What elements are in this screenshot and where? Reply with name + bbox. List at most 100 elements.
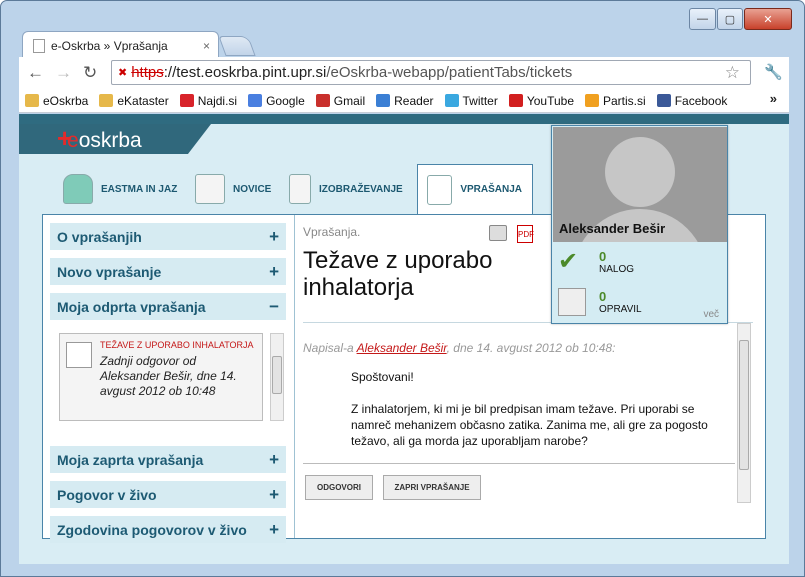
nalog-count: 0 <box>599 249 607 264</box>
bookmark-gmail[interactable]: Gmail <box>315 94 365 108</box>
tab-izobrazevanje[interactable]: IZOBRAŽEVANJE <box>289 164 403 214</box>
bookmark-google[interactable]: Google <box>248 94 305 108</box>
accordion-moja-odprta[interactable]: Moja odprta vprašanja − <box>50 293 286 320</box>
accordion-o-vprasanjih[interactable]: O vprašanjih + <box>50 223 286 250</box>
folder-icon <box>25 94 39 107</box>
gmail-icon <box>315 94 330 107</box>
message-meta: Napisal-a Aleksander Bešir, dne 14. avgu… <box>303 341 615 355</box>
message-greeting: Spoštovani! <box>351 370 414 384</box>
url-path: /eOskrba-webapp/patientTabs/tickets <box>326 64 573 81</box>
twitter-icon <box>444 94 459 107</box>
newspaper-icon <box>195 174 225 204</box>
browser-tab[interactable]: e-Oskrba » Vprašanja × <box>22 31 219 59</box>
more-link[interactable]: več <box>703 309 719 320</box>
maximize-button[interactable]: ▢ <box>717 8 743 30</box>
forward-icon[interactable]: → <box>55 63 72 83</box>
message-scrollbar[interactable] <box>737 323 751 503</box>
nalog-stat[interactable]: ✔ 0 NALOG <box>558 244 634 280</box>
bookmark-youtube[interactable]: YouTube <box>508 94 574 108</box>
ticket-title[interactable]: TEŽAVE Z UPORABO INHALATORJA <box>100 340 258 351</box>
close-tab-icon[interactable]: × <box>203 39 210 53</box>
new-tab-button[interactable] <box>218 36 256 56</box>
opravil-stat[interactable]: 0 OPRAVIL <box>558 284 642 320</box>
accordion-moja-zaprta[interactable]: Moja zaprta vprašanja + <box>50 446 286 473</box>
tab-label: NOVICE <box>233 183 272 195</box>
broken-lock-icon: ✖ <box>118 67 128 79</box>
pen-icon <box>66 342 92 368</box>
scroll-thumb[interactable] <box>739 340 749 470</box>
close-window-button[interactable]: ✕ <box>744 8 792 30</box>
bookmark-ekataster[interactable]: eKataster <box>99 94 169 108</box>
reply-button[interactable]: ODGOVORI <box>305 475 373 500</box>
browser-toolbar: ← → ↻ ✖ https ://test.eoskrba.pint.upr.s… <box>19 57 789 89</box>
bookmark-label: Partis.si <box>603 93 646 108</box>
inhaler-icon <box>63 174 93 204</box>
bookmark-najdi-si[interactable]: Najdi.si <box>179 93 238 108</box>
tab-label: EASTMA IN JAZ <box>101 183 178 195</box>
accordion-label: Zgodovina pogovorov v živo <box>57 521 247 538</box>
message-body: Z inhalatorjem, ki mi je bil predpisan i… <box>351 402 708 448</box>
bookmark-twitter[interactable]: Twitter <box>444 94 498 108</box>
scroll-thumb[interactable] <box>272 356 282 394</box>
tab-vprasanja[interactable]: VPRAŠANJA <box>417 164 533 214</box>
opravil-label: OPRAVIL <box>599 304 642 315</box>
avatar: Aleksander Bešir <box>553 127 727 242</box>
accordion-zgodovina-pogovorov[interactable]: Zgodovina pogovorov v živo + <box>50 516 286 543</box>
expand-icon: + <box>269 226 279 246</box>
bookmarks-bar: eOskrba eKataster Najdi.si Google Gmail Reade… <box>19 89 789 113</box>
profile-popup: Aleksander Bešir ✔ 0 NALOG 0 OPRAVIL več <box>551 125 728 324</box>
youtube-icon <box>508 94 523 107</box>
nalog-label: NALOG <box>599 264 635 275</box>
collapse-icon: − <box>269 296 279 316</box>
avatar-head <box>605 137 675 207</box>
questions-sidebar: O vprašanjih + Novo vprašanje + Moja odprt… <box>43 215 295 543</box>
wrench-icon[interactable]: 🔧 <box>764 63 783 81</box>
bookmark-facebook[interactable]: Facebook <box>656 94 727 108</box>
facebook-icon <box>656 94 671 107</box>
browser-window: — ▢ ✕ e-Oskrba » Vprašanja × ← → ↻ ✖ htt… <box>0 0 805 577</box>
tab-eastma-in-jaz[interactable]: EASTMA IN JAZ <box>63 164 177 214</box>
url-scheme: https <box>131 64 164 81</box>
bookmark-eoskrba[interactable]: eOskrba <box>25 94 88 108</box>
tab-bar: e-Oskrba » Vprašanja × <box>1 29 805 59</box>
clipboard-icon <box>289 174 311 204</box>
author-link[interactable]: Aleksander Bešir <box>357 341 447 355</box>
bookmark-label: eOskrba <box>43 93 89 108</box>
ticket-item[interactable]: TEŽAVE Z UPORABO INHALATORJA Zadnji odgo… <box>59 333 263 421</box>
bookmark-label: Najdi.si <box>197 93 238 108</box>
bookmark-label: Reader <box>394 93 434 108</box>
folder-icon <box>99 94 114 107</box>
checkmark-icon: ✔ <box>558 248 579 275</box>
accordion-pogovor-v-zivo[interactable]: Pogovor v živo + <box>50 481 286 508</box>
logo-e: e <box>67 129 79 152</box>
calendar-icon <box>558 288 586 316</box>
expand-icon: + <box>269 261 279 281</box>
pdf-icon[interactable]: PDF <box>517 225 534 243</box>
eoskrba-logo[interactable]: + eoskrba <box>19 124 211 154</box>
back-icon[interactable]: ← <box>27 63 44 83</box>
address-bar[interactable]: ✖ https ://test.eoskrba.pint.upr.si /eOs… <box>111 60 751 85</box>
opravil-count: 0 <box>599 289 607 304</box>
bookmark-star-icon[interactable]: ☆ <box>725 63 740 83</box>
close-question-button[interactable]: ZAPRI VPRAŠANJE <box>383 475 481 500</box>
reader-icon <box>376 94 391 107</box>
tab-label: IZOBRAŽEVANJE <box>319 183 403 195</box>
print-icon[interactable] <box>489 225 507 241</box>
accordion-label: Pogovor v živo <box>57 486 157 503</box>
bookmark-partis-si[interactable]: Partis.si <box>585 94 646 108</box>
minimize-button[interactable]: — <box>689 8 716 30</box>
expand-icon: + <box>269 519 279 539</box>
accordion-label: Novo vprašanje <box>57 263 162 280</box>
expand-icon: + <box>269 449 279 469</box>
meta-date: , dne 14. avgust 2012 ob 10:48: <box>446 341 616 355</box>
url-host: ://test.eoskrba.pint.upr.si <box>163 64 327 81</box>
accordion-novo-vprasanje[interactable]: Novo vprašanje + <box>50 258 286 285</box>
bookmark-reader[interactable]: Reader <box>376 93 434 108</box>
ticket-list-scrollbar[interactable] <box>270 333 284 421</box>
ticket-description: Zadnji odgovor od Aleksander Bešir, dne … <box>100 354 237 398</box>
reload-icon[interactable]: ↻ <box>83 63 97 83</box>
google-icon <box>248 94 263 107</box>
expand-icon: + <box>269 484 279 504</box>
bookmarks-more-icon[interactable]: » <box>770 91 777 106</box>
tab-novice[interactable]: NOVICE <box>195 164 271 214</box>
